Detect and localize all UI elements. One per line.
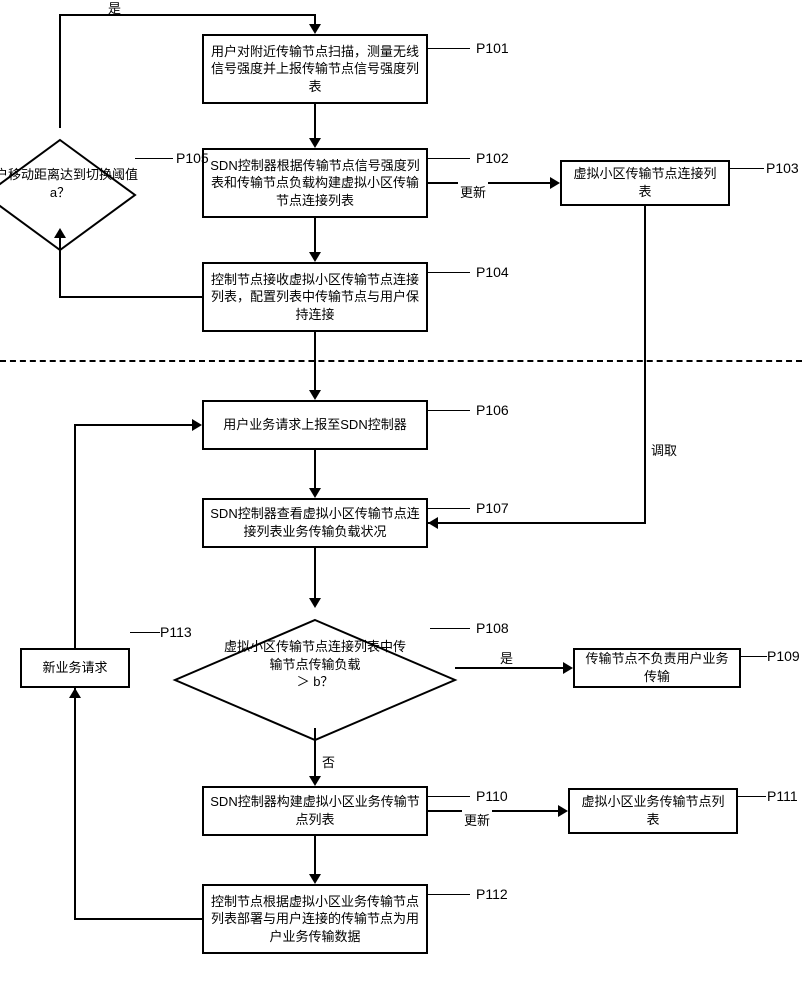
connector — [314, 728, 316, 778]
process-p112-text: 控制节点根据虚拟小区业务传输节点列表部署与用户连接的传输节点为用户业务传输数据 — [210, 893, 420, 946]
arrow-up-icon — [54, 228, 66, 238]
label-p108: P108 — [476, 620, 509, 636]
connector — [314, 548, 316, 600]
label-p113: P113 — [160, 624, 192, 640]
label-p104: P104 — [476, 264, 509, 280]
arrow-left-icon — [428, 517, 438, 529]
data-p103: 虚拟小区传输节点连接列表 — [560, 160, 730, 206]
process-p109-text: 传输节点不负责用户业务传输 — [581, 650, 733, 685]
data-p111: 虚拟小区业务传输节点列表 — [568, 788, 738, 834]
process-p104: 控制节点接收虚拟小区传输节点连接列表，配置列表中传输节点与用户保持连接 — [202, 262, 428, 332]
arrow-down-icon — [309, 390, 321, 400]
lead-line — [730, 168, 764, 169]
process-p107-text: SDN控制器查看虚拟小区传输节点连接列表业务传输负载状况 — [210, 505, 420, 540]
process-p107: SDN控制器查看虚拟小区传输节点连接列表业务传输负载状况 — [202, 498, 428, 548]
lead-line — [428, 48, 470, 49]
connector — [74, 424, 194, 426]
label-p107: P107 — [476, 500, 509, 516]
connector — [428, 182, 552, 184]
arrow-down-icon — [309, 252, 321, 262]
section-divider — [0, 360, 802, 362]
lead-line — [428, 272, 470, 273]
label-p111: P111 — [767, 788, 798, 804]
arrow-down-icon — [309, 776, 321, 786]
lead-line — [428, 894, 470, 895]
edge-label-no: 否 — [322, 752, 335, 771]
lead-line — [135, 158, 173, 159]
decision-p105-text: 用户移动距离达到切换阈值a？ — [0, 166, 140, 201]
process-p106: 用户业务请求上报至SDN控制器 — [202, 400, 428, 450]
process-p113-text: 新业务请求 — [42, 659, 107, 677]
connector — [74, 424, 76, 648]
lead-line — [130, 632, 160, 633]
connector — [59, 238, 61, 298]
arrow-right-icon — [192, 419, 202, 431]
edge-label-update1: 更新 — [458, 182, 488, 201]
process-p101: 用户对附近传输节点扫描，测量无线信号强度并上报传输节点信号强度列表 — [202, 34, 428, 104]
lead-line — [738, 796, 766, 797]
connector — [428, 810, 560, 812]
process-p110: SDN控制器构建虚拟小区业务传输节点列表 — [202, 786, 428, 836]
lead-line — [741, 656, 767, 657]
connector — [644, 206, 646, 522]
label-p110: P110 — [476, 788, 508, 804]
label-p105: P105 — [176, 150, 209, 166]
data-p111-text: 虚拟小区业务传输节点列表 — [576, 793, 730, 828]
data-p103-text: 虚拟小区传输节点连接列表 — [568, 165, 722, 200]
connector — [59, 296, 202, 298]
connector — [428, 522, 646, 524]
connector — [314, 104, 316, 140]
decision-p108-text: 虚拟小区传输节点连接列表中传输节点传输负载 ＞ b？ — [222, 638, 408, 691]
edge-label-retrieve: 调取 — [651, 440, 677, 459]
arrow-down-icon — [309, 874, 321, 884]
process-p112: 控制节点根据虚拟小区业务传输节点列表部署与用户连接的传输节点为用户业务传输数据 — [202, 884, 428, 954]
lead-line — [428, 410, 470, 411]
connector — [74, 918, 202, 920]
arrow-down-icon — [309, 24, 321, 34]
label-p112: P112 — [476, 886, 508, 902]
connector — [314, 450, 316, 490]
arrow-down-icon — [309, 138, 321, 148]
process-p113: 新业务请求 — [20, 648, 130, 688]
process-p110-text: SDN控制器构建虚拟小区业务传输节点列表 — [210, 793, 420, 828]
edge-label-yes: 是 — [108, 0, 121, 17]
arrow-up-icon — [69, 688, 81, 698]
process-p109: 传输节点不负责用户业务传输 — [573, 648, 741, 688]
edge-label-update2: 更新 — [462, 810, 492, 829]
connector — [314, 836, 316, 876]
connector — [59, 14, 315, 16]
connector — [455, 667, 565, 669]
process-p102: SDN控制器根据传输节点信号强度列表和传输节点负载构建虚拟小区传输节点连接列表 — [202, 148, 428, 218]
arrow-right-icon — [558, 805, 568, 817]
label-p101: P101 — [476, 40, 509, 56]
process-p104-text: 控制节点接收虚拟小区传输节点连接列表，配置列表中传输节点与用户保持连接 — [210, 271, 420, 324]
arrow-right-icon — [563, 662, 573, 674]
connector — [314, 332, 316, 392]
connector — [314, 218, 316, 254]
lead-line — [430, 628, 470, 629]
label-p106: P106 — [476, 402, 509, 418]
lead-line — [428, 796, 470, 797]
connector — [59, 14, 61, 128]
process-p102-text: SDN控制器根据传输节点信号强度列表和传输节点负载构建虚拟小区传输节点连接列表 — [210, 157, 420, 210]
process-p106-text: 用户业务请求上报至SDN控制器 — [223, 416, 406, 434]
label-p102: P102 — [476, 150, 509, 166]
process-p101-text: 用户对附近传输节点扫描，测量无线信号强度并上报传输节点信号强度列表 — [210, 43, 420, 96]
edge-label-yes2: 是 — [500, 648, 513, 667]
arrow-right-icon — [550, 177, 560, 189]
label-p109: P109 — [767, 648, 800, 664]
arrow-down-icon — [309, 598, 321, 608]
lead-line — [428, 158, 470, 159]
connector — [74, 688, 76, 920]
label-p103: P103 — [766, 160, 799, 176]
lead-line — [428, 508, 470, 509]
arrow-down-icon — [309, 488, 321, 498]
